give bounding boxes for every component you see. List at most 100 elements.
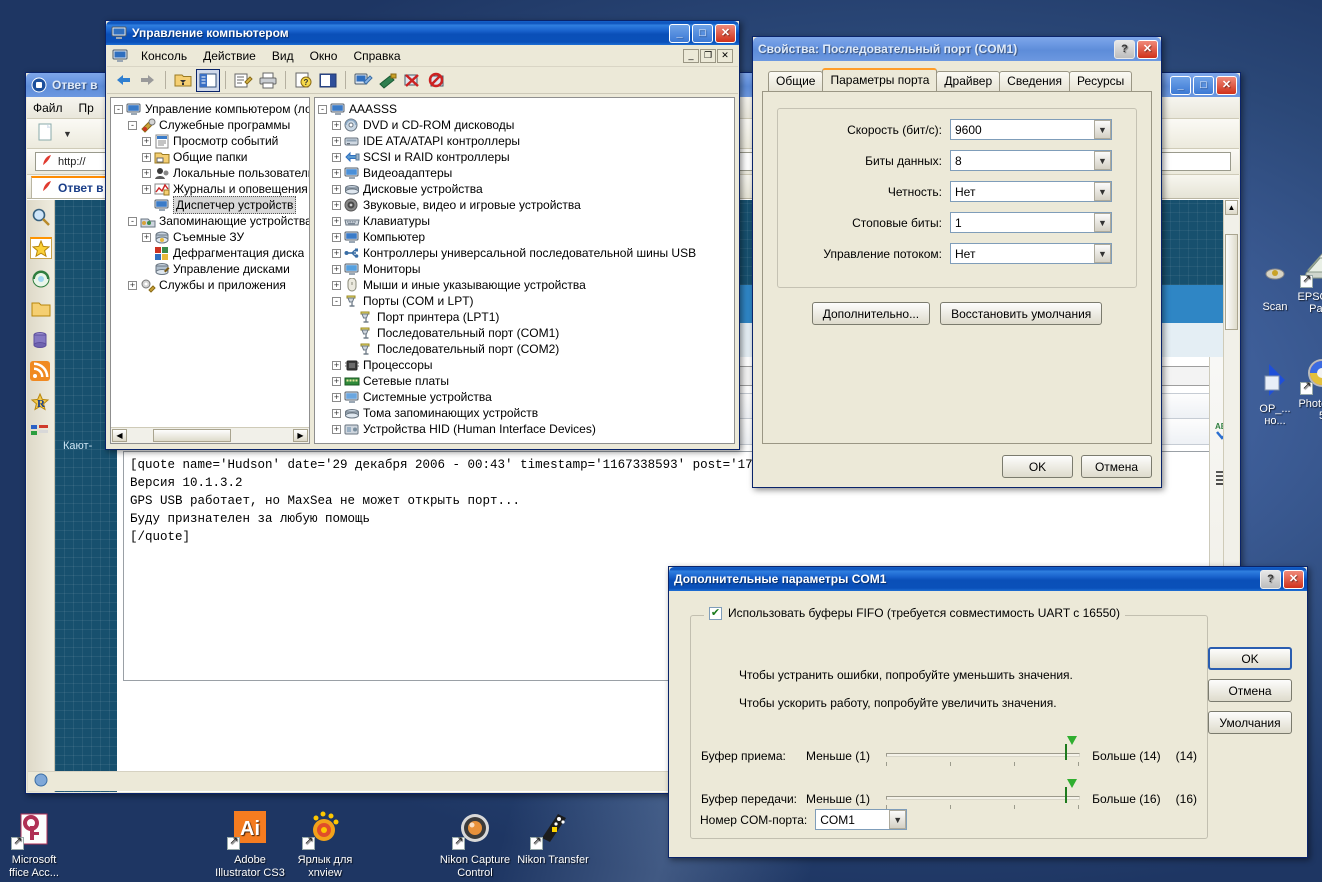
tree-expander[interactable]: +	[332, 360, 341, 370]
tree-expander[interactable]: +	[332, 184, 341, 194]
tree-expander[interactable]: -	[128, 120, 137, 130]
slider-knob[interactable]	[1064, 736, 1077, 767]
tree-node[interactable]: - AAASSS	[318, 101, 734, 117]
mdi-restore-button[interactable]: ❐	[700, 48, 716, 63]
menu-window[interactable]: Окно	[302, 47, 346, 65]
rambler-icon[interactable]: R	[30, 392, 52, 414]
desktop-icon-xnview[interactable]: Ярлык для xnview	[277, 808, 373, 880]
fifo-checkbox-row[interactable]: ✔ Использовать буферы FIFO (требуется со…	[704, 606, 1125, 620]
tree-node[interactable]: + DVD и CD-ROM дисководы	[318, 117, 734, 133]
desktop-icon-photoimpact[interactable]: PhotoImp 5	[1278, 355, 1322, 422]
tab-3[interactable]: Сведения	[999, 71, 1070, 91]
forward-arrow-icon[interactable]	[136, 69, 160, 92]
tree-expander[interactable]: +	[332, 216, 341, 226]
browser-window-buttons[interactable]: _ □ ✕	[1170, 75, 1237, 95]
tree-expander[interactable]: +	[332, 168, 341, 178]
transmit-buffer-slider[interactable]	[885, 779, 1081, 810]
com-props-ok-button[interactable]: OK	[1002, 455, 1073, 478]
browser-side-rail[interactable]: R	[27, 200, 55, 792]
scroll-up-arrow-icon[interactable]: ▲	[1225, 200, 1238, 215]
driver-icon[interactable]	[376, 69, 400, 92]
tree-expander[interactable]: -	[128, 216, 137, 226]
tab-2[interactable]: Драйвер	[936, 71, 1001, 91]
tab-0[interactable]: Общие	[768, 71, 824, 91]
tree-expander[interactable]: +	[142, 184, 151, 194]
up-folder-icon[interactable]	[171, 69, 195, 92]
cmgmt-minimize-button[interactable]: _	[669, 23, 690, 43]
com-props-title-bar[interactable]: Свойства: Последовательный порт (COM1) ?…	[753, 37, 1161, 61]
barrel-icon[interactable]	[30, 330, 52, 352]
tree-expander[interactable]: +	[332, 264, 341, 274]
tree-node[interactable]: Дефрагментация диска	[114, 245, 309, 261]
tree-node[interactable]: + Звуковые, видео и игровые устройства	[318, 197, 734, 213]
menu-view[interactable]: Вид	[264, 47, 302, 65]
cmgmt-device-tree-pane[interactable]: - AAASSS + DVD и CD-ROM дисководы + IDE ATA/A…	[314, 97, 735, 444]
menu-action[interactable]: Действие	[195, 47, 264, 65]
browser-tab-reply[interactable]: Ответ в	[31, 176, 113, 198]
tree-node[interactable]: + Контроллеры универсальной последователь…	[318, 245, 734, 261]
databits-combobox[interactable]: 8 ▼	[950, 150, 1112, 171]
chevron-down-icon[interactable]: ▼	[1094, 120, 1111, 139]
desktop-icon-nikon-transfer[interactable]: Nikon Transfer	[505, 808, 601, 867]
tree-node[interactable]: + Службы и приложения	[114, 277, 309, 293]
tree-node[interactable]: + SCSI и RAID контроллеры	[318, 149, 734, 165]
tree-node[interactable]: Диспетчер устройств	[114, 196, 309, 214]
menu-console[interactable]: Консоль	[133, 47, 195, 65]
advcom-title-bar[interactable]: Дополнительные параметры COM1 ? ✕	[669, 567, 1307, 591]
scrollbar-thumb[interactable]	[1225, 234, 1238, 330]
mdi-child-window-buttons[interactable]: _ ❐ ✕	[683, 48, 736, 63]
parity-combobox[interactable]: Нет ▼	[950, 181, 1112, 202]
device-manager-tree[interactable]: - AAASSS + DVD и CD-ROM дисководы + IDE ATA/A…	[315, 98, 734, 437]
new-page-icon[interactable]	[35, 122, 55, 145]
back-arrow-icon[interactable]	[111, 69, 135, 92]
tree-expander[interactable]: +	[332, 152, 341, 162]
tree-expander[interactable]: +	[332, 232, 341, 242]
com-props-tabs[interactable]: Общие Параметры порта Драйвер Сведения Ресур…	[762, 68, 1152, 91]
tree-node[interactable]: Последовательный порт (COM1)	[318, 325, 734, 341]
chevron-down-icon[interactable]: ▼	[889, 810, 907, 829]
tree-node[interactable]: + Системные устройства	[318, 389, 734, 405]
slider-knob[interactable]	[1064, 779, 1077, 810]
tree-node[interactable]: + Журналы и оповещения пр	[114, 181, 309, 197]
tree-expander[interactable]: +	[128, 280, 137, 290]
tree-node[interactable]: + Клавиатуры	[318, 213, 734, 229]
tree-node[interactable]: + Процессоры	[318, 357, 734, 373]
mdi-close-button[interactable]: ✕	[717, 48, 733, 63]
list-view-icon[interactable]	[316, 69, 340, 92]
browser-minimize-button[interactable]: _	[1170, 75, 1191, 95]
tree-expander[interactable]: +	[332, 408, 341, 418]
tree-expander[interactable]: +	[332, 200, 341, 210]
tab-4[interactable]: Ресурсы	[1068, 71, 1133, 91]
advcom-window-buttons[interactable]: ? ✕	[1260, 569, 1304, 589]
chevron-down-icon[interactable]: ▼	[1094, 213, 1111, 232]
chevron-down-icon[interactable]: ▼	[63, 129, 72, 139]
advcom-cancel-button[interactable]: Отмена	[1208, 679, 1292, 702]
com-port-number-combobox[interactable]: COM1 ▼	[815, 809, 908, 830]
tree-node[interactable]: Порт принтера (LPT1)	[318, 309, 734, 325]
help-question-button[interactable]: ?	[1114, 39, 1135, 59]
flowcontrol-combobox[interactable]: Нет ▼	[950, 243, 1112, 264]
show-tree-icon[interactable]	[196, 68, 220, 92]
desktop-icon-ms-access[interactable]: Microsoft ffice Acc...	[0, 808, 82, 880]
browser-close-button[interactable]: ✕	[1216, 75, 1237, 95]
rss-icon[interactable]	[29, 361, 52, 383]
sidebar-icon[interactable]	[30, 423, 52, 445]
chevron-down-icon[interactable]: ▼	[1094, 151, 1111, 170]
tree-node[interactable]: + Сетевые платы	[318, 373, 734, 389]
tree-node[interactable]: + Видеоадаптеры	[318, 165, 734, 181]
help-question-button[interactable]: ?	[1260, 569, 1281, 589]
tree-node[interactable]: + Устройства HID (Human Interface Devices…	[318, 421, 734, 437]
tree-expander[interactable]: -	[332, 296, 341, 306]
tree-node[interactable]: - Запоминающие устройства	[114, 213, 309, 229]
com-props-cancel-button[interactable]: Отмена	[1081, 455, 1152, 478]
scroll-left-arrow-icon[interactable]: ◀	[112, 429, 127, 442]
com-props-window-buttons[interactable]: ? ✕	[1114, 39, 1158, 59]
receive-buffer-slider[interactable]	[885, 736, 1081, 767]
scroll-right-arrow-icon[interactable]: ▶	[293, 429, 308, 442]
restore-defaults-button[interactable]: Восстановить умолчания	[940, 302, 1103, 325]
advcom-close-button[interactable]: ✕	[1283, 569, 1304, 589]
tree-expander[interactable]: +	[332, 120, 341, 130]
fifo-checkbox[interactable]: ✔	[709, 606, 722, 620]
advanced-button[interactable]: Дополнительно...	[811, 302, 931, 325]
advcom-defaults-button[interactable]: Умолчания	[1208, 711, 1292, 734]
